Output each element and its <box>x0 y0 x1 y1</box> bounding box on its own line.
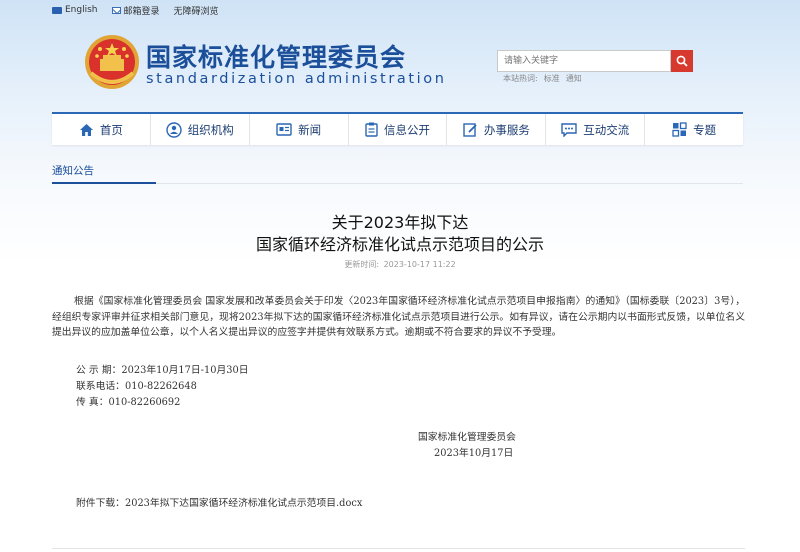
hot-word-link[interactable]: 通知 <box>566 73 582 84</box>
nav-label: 新闻 <box>298 122 322 137</box>
mail-login-link[interactable]: 邮箱登录 <box>111 4 160 17</box>
article-title-line1: 关于2023年拟下达 <box>331 213 469 232</box>
chat-icon <box>561 122 577 137</box>
service-icon <box>463 123 477 137</box>
nav-item-topic[interactable]: 专题 <box>645 114 743 145</box>
search-icon <box>676 55 688 67</box>
hot-words-label: 本站热词: <box>503 74 538 83</box>
signature-date: 2023年10月17日 <box>434 448 514 459</box>
site-subtitle: standardization administration <box>146 71 447 87</box>
english-link[interactable]: English <box>52 5 98 15</box>
attachment-file-link[interactable]: 2023年拟下达国家循环经济标准化试点示范项目.docx <box>125 498 362 509</box>
contact-phone: 联系电话：010-82262648 <box>76 381 197 392</box>
nav-item-info[interactable]: 信息公开 <box>349 114 448 145</box>
search-input[interactable] <box>497 50 671 72</box>
home-icon <box>79 123 93 136</box>
article-meta: 更新时间: 2023-10-17 11:22 <box>0 259 800 270</box>
national-emblem-icon <box>85 35 139 89</box>
article-title-line2: 国家循环经济标准化试点示范项目的公示 <box>255 235 544 254</box>
breadcrumb: 通知公告 <box>52 157 743 184</box>
article-paragraph: 根据《国家标准化管理委员会 国家发展和改革委员会关于印发〈2023年国家循环经济… <box>52 296 745 338</box>
mail-login-label: 邮箱登录 <box>123 6 160 17</box>
nav-label: 互动交流 <box>583 122 630 137</box>
contact-fax: 传 真：010-82260692 <box>76 397 181 408</box>
nav-label: 专题 <box>693 122 717 137</box>
footer-divider <box>52 548 745 549</box>
search-button[interactable] <box>671 50 693 72</box>
nav-item-org[interactable]: 组织机构 <box>151 114 250 145</box>
nav-item-service[interactable]: 办事服务 <box>447 114 547 145</box>
breadcrumb-item[interactable]: 通知公告 <box>52 157 156 184</box>
nav-item-chat[interactable]: 互动交流 <box>546 114 646 145</box>
meta-label: 更新时间: <box>344 260 380 269</box>
nav-item-news[interactable]: 新闻 <box>250 114 349 145</box>
nav-item-home[interactable]: 首页 <box>52 114 151 145</box>
main-nav: 首页 组织机构 新闻 信息公开 办事服务 互动交流 专题 <box>52 112 743 145</box>
signature-org: 国家标准化管理委员会 <box>418 432 516 443</box>
nav-label: 组织机构 <box>187 122 234 137</box>
news-icon <box>276 123 292 136</box>
nav-label: 信息公开 <box>384 122 430 137</box>
hot-word-link[interactable]: 标准 <box>544 73 560 84</box>
english-label: English <box>65 5 98 15</box>
accessible-link[interactable]: 无障碍浏览 <box>174 4 219 17</box>
info-icon <box>365 122 378 137</box>
hot-words: 本站热词: 标准 通知 <box>503 73 582 84</box>
meta-time: 2023-10-17 11:22 <box>383 260 456 269</box>
nav-label: 办事服务 <box>483 122 530 137</box>
english-flag-icon <box>52 6 62 14</box>
attachment-label: 附件下载： <box>76 498 125 509</box>
org-icon <box>166 121 182 138</box>
nav-label: 首页 <box>99 122 123 137</box>
publicity-period: 公 示 期：2023年10月17日-10月30日 <box>76 365 249 376</box>
topic-icon <box>672 122 687 137</box>
site-title[interactable]: 国家标准化管理委员会 <box>146 38 406 74</box>
top-bar: English 邮箱登录 无障碍浏览 <box>52 0 219 20</box>
accessible-label: 无障碍浏览 <box>173 6 219 17</box>
mail-icon <box>111 6 121 14</box>
attachment: 附件下载：2023年拟下达国家循环经济标准化试点示范项目.docx <box>76 495 362 509</box>
search-box <box>497 50 693 72</box>
